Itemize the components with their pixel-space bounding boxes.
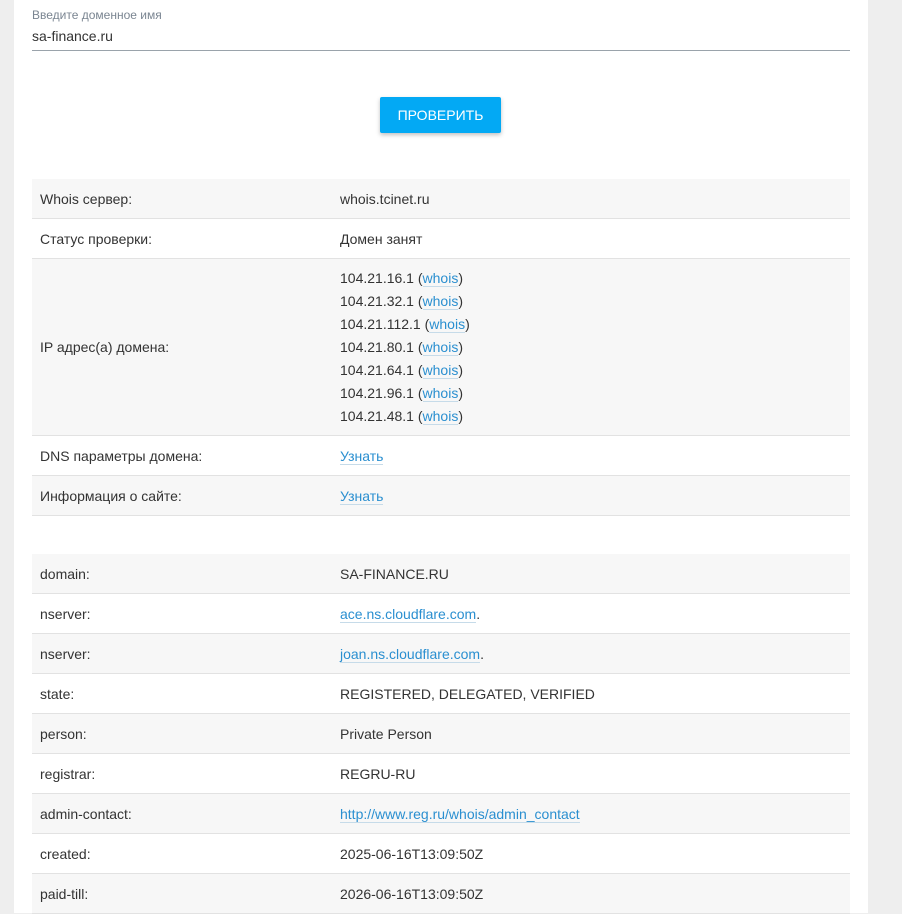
- ip-address: 104.21.48.1: [340, 407, 414, 424]
- row-key: Статус проверки:: [32, 218, 340, 259]
- row-key: domain:: [32, 554, 340, 594]
- table-row: domain: SA-FINANCE.RU: [32, 554, 850, 594]
- whois-server-value: whois.tcinet.ru: [340, 179, 850, 219]
- ip-whois-link[interactable]: whois: [422, 384, 459, 402]
- row-key: Whois сервер:: [32, 179, 340, 219]
- site-cell: Узнать: [340, 475, 850, 516]
- dns-cell: Узнать: [340, 435, 850, 476]
- table-row: Whois сервер: whois.tcinet.ru: [32, 179, 850, 219]
- domain-value: SA-FINANCE.RU: [340, 554, 850, 594]
- domain-field-label: Введите доменное имя: [32, 8, 162, 22]
- table-row: registrar: REGRU-RU: [32, 753, 850, 794]
- table-row: Информация о сайте: Узнать: [32, 475, 850, 516]
- row-key: paid-till:: [32, 873, 340, 914]
- ip-whois-link[interactable]: whois: [422, 338, 459, 356]
- ip-whois-link[interactable]: whois: [429, 315, 466, 333]
- nserver-link[interactable]: ace.ns.cloudflare.com: [340, 605, 477, 623]
- ip-address-row: 104.21.64.1 (whois): [340, 361, 463, 379]
- registrar-value: REGRU-RU: [340, 753, 850, 794]
- ip-address-row: 104.21.16.1 (whois): [340, 269, 463, 287]
- row-key: state:: [32, 673, 340, 714]
- ip-whois-link[interactable]: whois: [422, 269, 459, 287]
- ip-list-inner: 104.21.16.1 (whois) 104.21.32.1 (whois) 10…: [340, 267, 850, 428]
- whois-card: Введите доменное имя ПРОВЕРИТЬ Whois сер…: [14, 0, 868, 914]
- paid-till-value: 2026-06-16T13:09:50Z: [340, 873, 850, 914]
- row-key: person:: [32, 713, 340, 754]
- table-row: paid-till: 2026-06-16T13:09:50Z: [32, 873, 850, 914]
- table-row: admin-contact: http://www.reg.ru/whois/a…: [32, 793, 850, 834]
- admin-contact-link[interactable]: http://www.reg.ru/whois/admin_contact: [340, 805, 580, 823]
- ip-whois-link[interactable]: whois: [422, 407, 459, 425]
- state-value: REGISTERED, DELEGATED, VERIFIED: [340, 673, 850, 714]
- table-row: DNS параметры домена: Узнать: [32, 435, 850, 476]
- ip-address: 104.21.112.1: [340, 315, 421, 332]
- check-button[interactable]: ПРОВЕРИТЬ: [380, 97, 501, 133]
- row-key: IP адрес(а) домена:: [32, 258, 340, 436]
- ip-address-row: 104.21.32.1 (whois): [340, 292, 463, 310]
- row-key: nserver:: [32, 593, 340, 634]
- table-row: person: Private Person: [32, 713, 850, 754]
- ip-address: 104.21.96.1: [340, 384, 414, 401]
- trailing-dot: .: [476, 605, 481, 622]
- table-row: Статус проверки: Домен занят: [32, 218, 850, 259]
- table-row: state: REGISTERED, DELEGATED, VERIFIED: [32, 673, 850, 714]
- ip-address-row: 104.21.96.1 (whois): [340, 384, 463, 402]
- nserver-cell: ace.ns.cloudflare.com.: [340, 593, 850, 634]
- summary-table: Whois сервер: whois.tcinet.ru Статус про…: [32, 179, 850, 516]
- row-key: admin-contact:: [32, 793, 340, 834]
- row-key: DNS параметры домена:: [32, 435, 340, 476]
- ip-address: 104.21.64.1: [340, 361, 414, 378]
- ip-address-row: 104.21.112.1 (whois): [340, 315, 470, 333]
- row-key: created:: [32, 833, 340, 874]
- ip-address-row: 104.21.48.1 (whois): [340, 407, 463, 425]
- domain-input[interactable]: [32, 24, 850, 51]
- table-row: created: 2025-06-16T13:09:50Z: [32, 833, 850, 874]
- trailing-dot: .: [480, 645, 484, 662]
- ip-whois-link[interactable]: whois: [422, 292, 459, 310]
- ip-address: 104.21.32.1: [340, 292, 414, 309]
- ip-address: 104.21.16.1: [340, 269, 414, 286]
- ip-list: 104.21.16.1 (whois) 104.21.32.1 (whois) 10…: [340, 258, 850, 436]
- row-key: registrar:: [32, 753, 340, 794]
- person-value: Private Person: [340, 713, 850, 754]
- admin-contact-cell: http://www.reg.ru/whois/admin_contact: [340, 793, 850, 834]
- ip-whois-link[interactable]: whois: [422, 361, 459, 379]
- dns-link[interactable]: Узнать: [340, 447, 384, 465]
- whois-table: domain: SA-FINANCE.RU nserver: ace.ns.cl…: [32, 554, 850, 914]
- created-value: 2025-06-16T13:09:50Z: [340, 833, 850, 874]
- status-value: Домен занят: [340, 218, 850, 259]
- row-key: nserver:: [32, 633, 340, 674]
- ip-address-row: 104.21.80.1 (whois): [340, 338, 463, 356]
- site-info-link[interactable]: Узнать: [340, 487, 384, 505]
- table-row: nserver: joan.ns.cloudflare.com.: [32, 633, 850, 674]
- ip-address: 104.21.80.1: [340, 338, 414, 355]
- row-key: Информация о сайте:: [32, 475, 340, 516]
- nserver-link[interactable]: joan.ns.cloudflare.com: [340, 645, 481, 663]
- table-row: IP адрес(а) домена: 104.21.16.1 (whois) 1…: [32, 258, 850, 436]
- nserver-cell: joan.ns.cloudflare.com.: [340, 633, 850, 674]
- table-row: nserver: ace.ns.cloudflare.com.: [32, 593, 850, 634]
- domain-field: Введите доменное имя: [32, 6, 850, 51]
